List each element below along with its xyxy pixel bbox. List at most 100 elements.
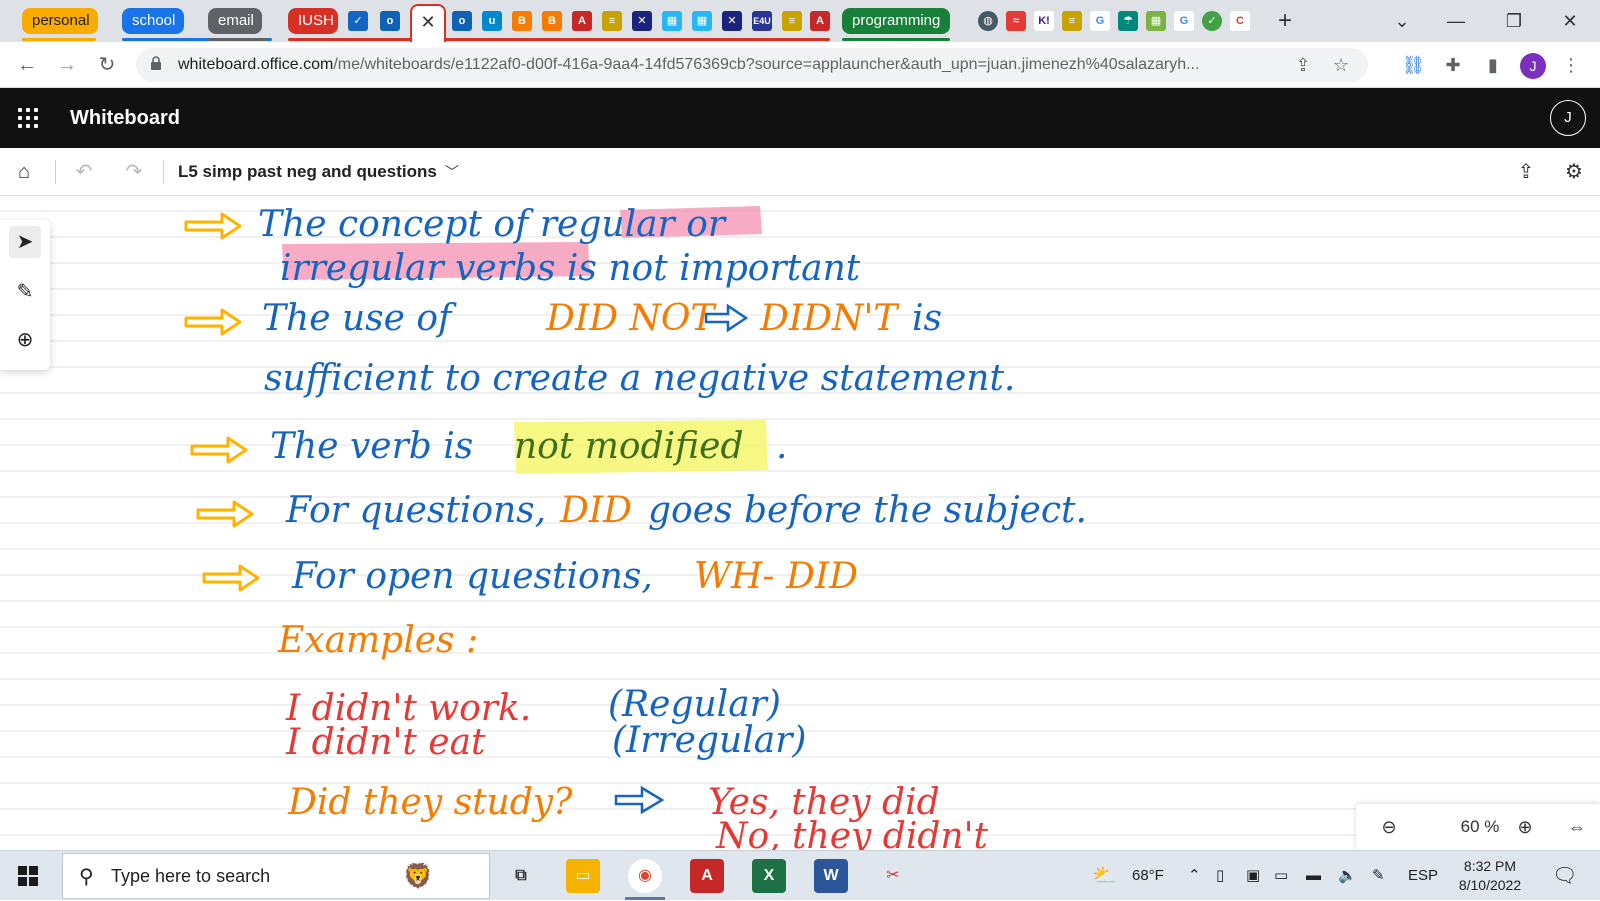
reload-button[interactable]: ↻ (92, 50, 122, 80)
google-tab-icon[interactable]: G (1174, 11, 1194, 31)
weather-temperature[interactable]: 68°F (1132, 851, 1164, 901)
address-bar[interactable]: whiteboard.office.com/me/whiteboards/e11… (136, 48, 1368, 82)
tab-favicon[interactable]: B (542, 11, 562, 31)
snipping-tool-icon[interactable]: ✂ (876, 859, 910, 893)
tab-favicon[interactable]: B (512, 11, 532, 31)
tab-group-underline (842, 38, 950, 41)
taskbar-search-box[interactable]: ⚲ Type here to search 🦁 (62, 853, 490, 899)
excel-icon[interactable]: X (752, 859, 786, 893)
word-icon[interactable]: W (814, 859, 848, 893)
app-title: Whiteboard (70, 107, 180, 129)
pdf-tab-icon[interactable]: A (572, 11, 592, 31)
side-panel-icon[interactable]: ▮ (1482, 54, 1504, 76)
home-icon[interactable]: ⌂ (10, 158, 38, 186)
active-tab[interactable]: ✕ (410, 4, 446, 42)
tab-favicon[interactable]: o (380, 11, 400, 31)
tab-favicon[interactable]: ✓ (348, 11, 368, 31)
pen-workspace-icon[interactable]: ✎ (1372, 851, 1385, 901)
tab-favicon[interactable]: o (452, 11, 472, 31)
volume-icon[interactable]: 🔈 (1338, 851, 1357, 901)
tab-group-programming[interactable]: programming (842, 8, 950, 34)
tab-favicon[interactable]: ☂ (1118, 11, 1138, 31)
weather-icon[interactable]: ⛅ (1092, 851, 1117, 901)
note-line1b: irregular verbs is not important (280, 248, 861, 289)
pen-icon[interactable]: ✎ (9, 276, 41, 308)
close-tab-icon[interactable]: ✕ (412, 6, 444, 38)
zoom-in-icon[interactable]: ⊕ (1510, 812, 1540, 842)
url-text[interactable]: whiteboard.office.com/me/whiteboards/e11… (178, 48, 1288, 82)
forward-button[interactable]: → (52, 50, 82, 80)
task-view-icon[interactable]: ⧉ (504, 859, 538, 893)
fit-to-screen-icon[interactable]: ⇔ (1562, 812, 1592, 842)
share-icon[interactable]: ⇪ (1512, 158, 1540, 186)
tab-favicon[interactable]: ▦ (662, 11, 682, 31)
tab-favicon[interactable]: ▦ (692, 11, 712, 31)
acrobat-icon[interactable]: A (690, 859, 724, 893)
tab-favicon[interactable]: ≡ (782, 11, 802, 31)
show-hidden-icons-chevron[interactable]: ⌃ (1188, 851, 1201, 901)
browser-profile-avatar[interactable]: J (1520, 53, 1546, 79)
note-line4-part1: For questions, (285, 490, 546, 531)
app-launcher-icon[interactable] (18, 108, 38, 128)
board-name-dropdown[interactable]: L5 simp past neg and questions ﹀ (178, 148, 459, 196)
restore-window-button[interactable]: ❐ (1494, 6, 1534, 36)
bookmark-star-icon[interactable]: ☆ (1330, 54, 1352, 76)
tray-app-icon[interactable]: ▣ (1246, 851, 1260, 901)
minimize-window-button[interactable]: — (1436, 6, 1476, 36)
tab-favicon[interactable]: ≡ (1062, 11, 1082, 31)
extensions-puzzle-icon[interactable]: ✚ (1442, 54, 1464, 76)
input-language[interactable]: ESP (1408, 851, 1438, 901)
file-explorer-icon[interactable]: ▭ (566, 859, 600, 893)
check-tab-icon[interactable]: ✓ (1202, 11, 1222, 31)
windows-start-icon[interactable] (18, 866, 38, 886)
undo-icon[interactable]: ↶ (70, 158, 98, 186)
board-name: L5 simp past neg and questions (178, 162, 437, 181)
new-tab-button[interactable]: + (1278, 6, 1292, 36)
browser-menu-icon[interactable]: ⋮ (1560, 54, 1582, 76)
redo-icon[interactable]: ↷ (120, 158, 148, 186)
tab-group-personal[interactable]: personal (22, 8, 98, 34)
note-line3-highlight: not modified (514, 426, 744, 467)
google-tab-icon[interactable]: G (1090, 11, 1110, 31)
battery-icon[interactable]: ▬ (1306, 851, 1321, 901)
tab-group-iush[interactable]: IUSH (288, 8, 338, 34)
note-line4-did: DID (559, 490, 632, 531)
globe-tab-icon[interactable]: ◍ (978, 11, 998, 31)
share-page-icon[interactable]: ⇪ (1292, 54, 1314, 76)
tab-group-school[interactable]: school (122, 8, 184, 34)
note-line3-end: . (776, 426, 787, 467)
tab-group-underline (208, 38, 268, 41)
tab-favicon[interactable]: E4U (752, 11, 772, 31)
network-icon[interactable]: ▭ (1274, 851, 1288, 901)
tool-palette: ➤ ✎ ⊕ (0, 220, 50, 370)
tab-favicon[interactable]: ≈ (1006, 11, 1026, 31)
settings-gear-icon[interactable]: ⚙ (1560, 158, 1588, 186)
tab-search-chevron-icon[interactable]: ⌄ (1382, 6, 1422, 36)
tab-group-email[interactable]: email (208, 8, 262, 34)
tab-favicon[interactable]: ▦ (1146, 11, 1166, 31)
whiteboard-canvas[interactable]: The concept of regular or irregular verb… (0, 196, 1600, 850)
chrome-icon[interactable]: ◉ (628, 859, 662, 893)
tab-favicon[interactable]: ≡ (602, 11, 622, 31)
add-content-icon[interactable]: ⊕ (9, 324, 41, 356)
back-button[interactable]: ← (12, 50, 42, 80)
uk-flag-tab-icon[interactable]: ✕ (722, 11, 742, 31)
arrow-markers (184, 212, 260, 592)
close-window-button[interactable]: ✕ (1550, 6, 1590, 36)
select-pointer-icon[interactable]: ➤ (9, 226, 41, 258)
zoom-out-icon[interactable]: ⊖ (1374, 812, 1404, 842)
kahoot-tab-icon[interactable]: K! (1034, 11, 1054, 31)
note-examples-heading: Examples : (277, 620, 478, 661)
tab-favicon[interactable]: C (1230, 11, 1250, 31)
example2-label: (Irregular) (612, 720, 806, 761)
pdf-tab-icon[interactable]: A (810, 11, 830, 31)
tray-app-icon[interactable]: ▯ (1216, 851, 1224, 901)
tab-favicon[interactable]: u (482, 11, 502, 31)
link-extension-icon[interactable]: ⛓ (1402, 54, 1425, 76)
system-clock[interactable]: 8:32 PM 8/10/2022 (1448, 857, 1532, 895)
note-line5-wh-did: WH- DID (694, 556, 858, 597)
notifications-icon[interactable]: 🗨 (1552, 851, 1577, 901)
account-avatar[interactable]: J (1550, 100, 1586, 136)
search-highlight-icon[interactable]: 🦁 (403, 862, 433, 891)
uk-flag-tab-icon[interactable]: ✕ (632, 11, 652, 31)
